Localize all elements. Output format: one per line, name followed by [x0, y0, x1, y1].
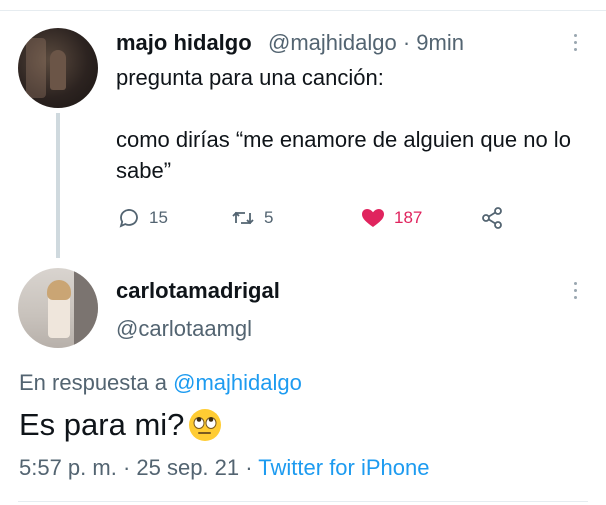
retweet-arrows-icon	[232, 211, 254, 225]
more-icon[interactable]	[574, 34, 577, 55]
handle[interactable]: @carlotaamgl	[116, 316, 252, 342]
reply-count: 15	[149, 208, 168, 227]
avatar[interactable]	[18, 28, 98, 108]
source-link[interactable]: Twitter for iPhone	[258, 455, 429, 480]
reply-to-handle-link[interactable]: @majhidalgo	[173, 370, 302, 395]
avatar[interactable]	[18, 268, 98, 348]
retweet-button[interactable]: 5	[230, 206, 273, 230]
share-nodes-icon	[482, 207, 502, 229]
heart-icon	[362, 209, 384, 227]
more-icon[interactable]	[574, 282, 577, 303]
timestamp-text[interactable]: 5:57 p. m. · 25 sep. 21 ·	[19, 455, 258, 480]
bottom-divider	[18, 501, 588, 502]
tweet-text: Es para mi?	[19, 407, 222, 443]
handle-and-time[interactable]: @majhidalgo · 9min	[268, 30, 464, 56]
like-count: 187	[394, 208, 423, 227]
like-button[interactable]: 187	[360, 206, 422, 230]
top-divider	[0, 10, 606, 11]
tweet-text-content: Es para mi?	[19, 407, 185, 442]
share-button[interactable]	[480, 206, 504, 230]
tweet-text: pregunta para una canción: como dirías “…	[116, 65, 571, 183]
reply-context: En respuesta a @majhidalgo	[19, 370, 302, 396]
reply-context-prefix: En respuesta a	[19, 370, 174, 395]
reply-button[interactable]: 15	[117, 206, 168, 230]
rolling-eyes-emoji-icon	[189, 409, 222, 441]
avatar-photo-figure	[50, 50, 66, 90]
display-name[interactable]: carlotamadrigal	[116, 278, 280, 304]
avatar-photo-detail	[26, 38, 46, 98]
avatar-photo-detail	[74, 268, 98, 348]
thread-connector-line	[56, 113, 60, 258]
avatar-photo-hair	[47, 280, 71, 300]
comment-bubble-icon	[119, 209, 138, 228]
display-name[interactable]: majo hidalgo	[116, 30, 252, 56]
tweet-timestamp: 5:57 p. m. · 25 sep. 21 · Twitter for iP…	[19, 455, 429, 481]
retweet-count: 5	[264, 208, 274, 227]
